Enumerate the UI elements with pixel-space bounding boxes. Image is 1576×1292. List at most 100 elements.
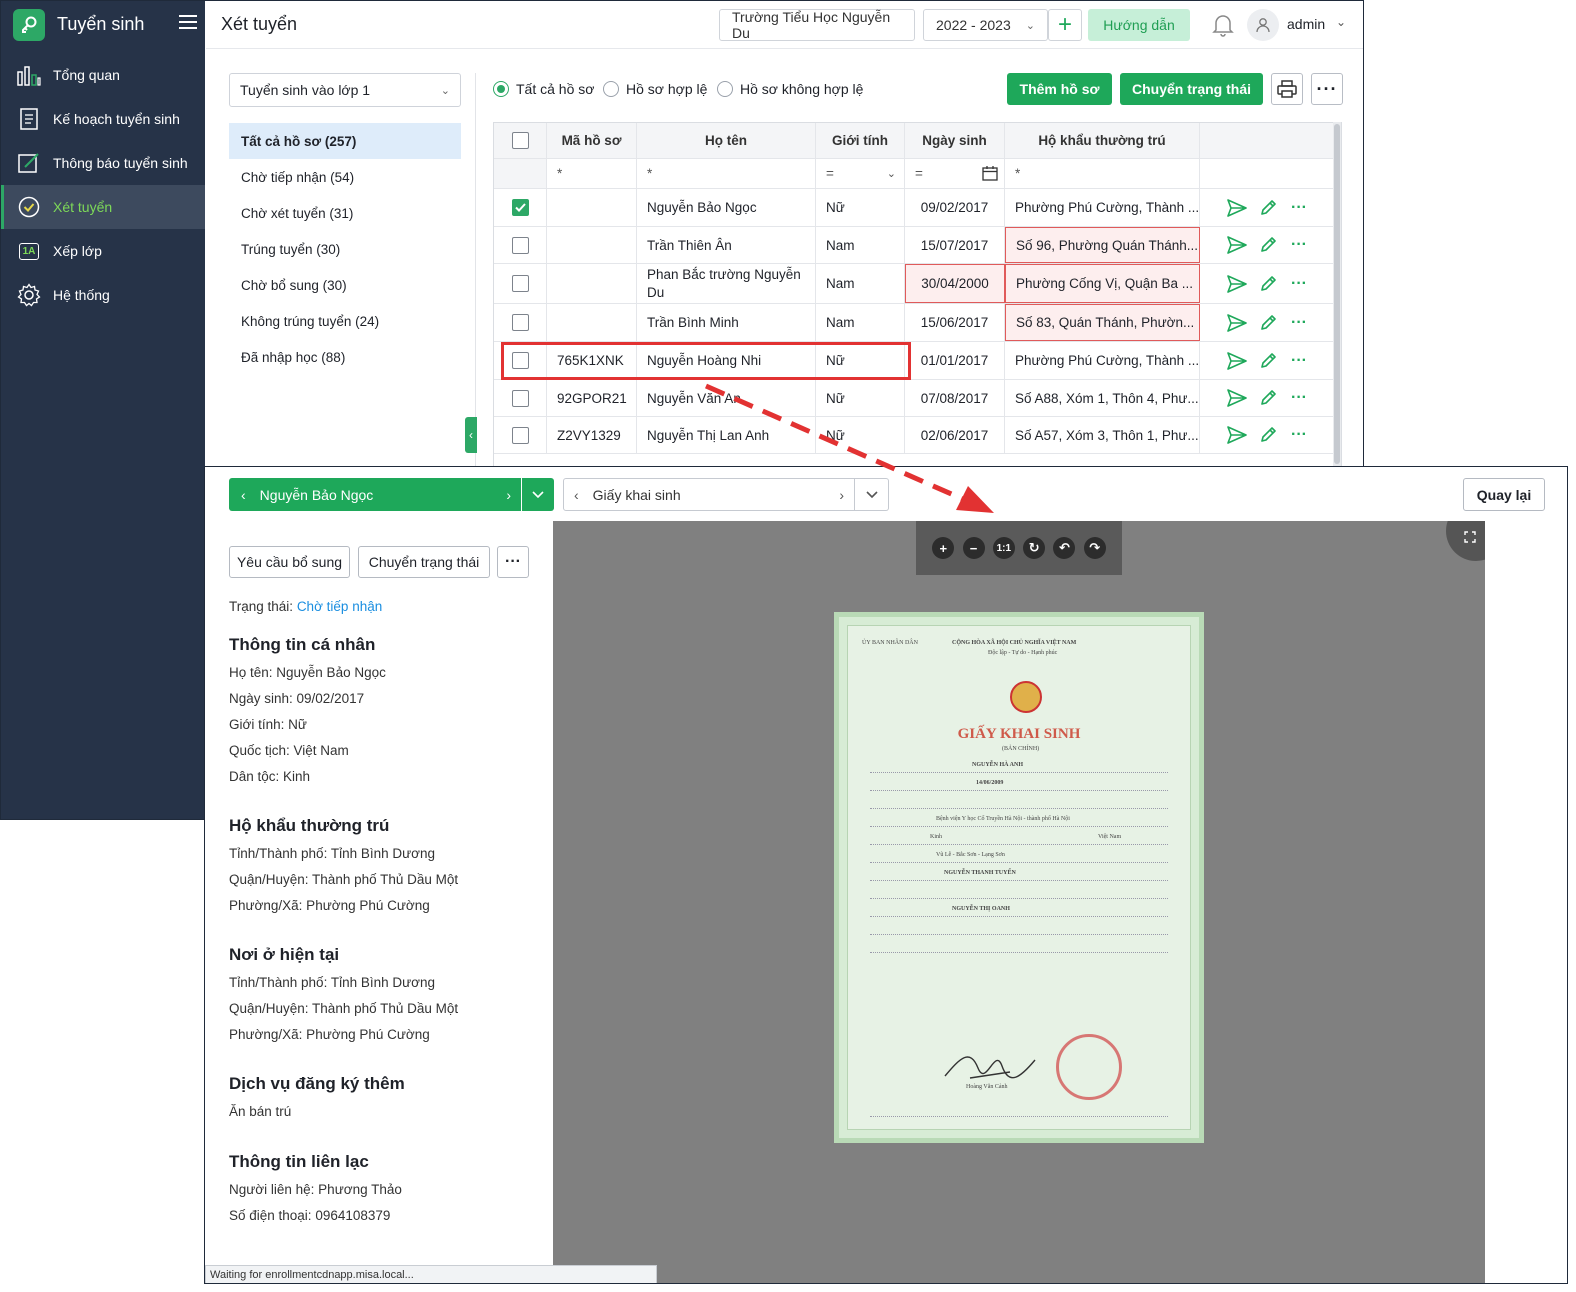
category-pending-supplement[interactable]: Chờ bổ sung (30) <box>229 267 461 303</box>
category-pending-receive[interactable]: Chờ tiếp nhận (54) <box>229 159 461 195</box>
column-header[interactable]: Giới tính <box>816 123 905 158</box>
chevron-down-icon[interactable]: ⌄ <box>1336 15 1346 29</box>
send-icon[interactable] <box>1226 387 1248 409</box>
table-scrollbar[interactable] <box>1333 122 1341 467</box>
more-horizontal-icon[interactable]: ··· <box>1288 312 1310 334</box>
document-navigator[interactable]: ‹ Giấy khai sinh › <box>563 478 855 511</box>
table-row[interactable]: Trần Bình Minh Nam 15/06/2017 Số 83, Quán T… <box>494 304 1341 342</box>
year-select[interactable]: 2022 - 2023 ⌄ <box>923 9 1048 41</box>
info-line: Quốc tịch: Việt Nam <box>229 743 349 758</box>
radio-invalid[interactable]: Hồ sơ không hợp lệ <box>717 81 863 97</box>
collapse-panel-button[interactable]: ‹ <box>465 417 477 453</box>
radio-valid[interactable]: Hồ sơ hợp lệ <box>603 81 707 97</box>
row-checkbox[interactable] <box>511 389 529 407</box>
more-horizontal-icon[interactable]: ··· <box>1288 234 1310 256</box>
column-header[interactable]: Hộ khẩu thường trú <box>1005 123 1200 158</box>
edit-pencil-icon[interactable] <box>1257 387 1279 409</box>
more-horizontal-icon[interactable]: ··· <box>1288 387 1310 409</box>
chevron-left-icon[interactable]: ‹ <box>241 487 246 503</box>
guide-button[interactable]: Hướng dẫn <box>1088 9 1190 41</box>
more-horizontal-icon[interactable]: ··· <box>1288 273 1310 295</box>
student-dropdown-button[interactable] <box>522 478 554 511</box>
school-select[interactable]: Trường Tiểu Học Nguyễn Du <box>719 9 915 41</box>
chevron-right-icon[interactable]: › <box>506 487 511 503</box>
select-all-checkbox[interactable] <box>511 132 529 149</box>
send-icon[interactable] <box>1226 350 1248 372</box>
sidebar-item-class[interactable]: 1A Xếp lớp <box>1 229 205 273</box>
radio-all[interactable]: Tất cả hồ sơ <box>493 81 594 97</box>
send-icon[interactable] <box>1226 197 1248 219</box>
more-horizontal-icon[interactable]: ··· <box>1288 350 1310 372</box>
send-icon[interactable] <box>1226 273 1248 295</box>
sidebar-item-admission[interactable]: Xét tuyển <box>1 185 205 229</box>
category-not-admitted[interactable]: Không trúng tuyển (24) <box>229 303 461 339</box>
chevron-left-icon[interactable]: ‹ <box>574 487 579 503</box>
student-navigator[interactable]: ‹ Nguyễn Bảo Ngọc › <box>229 478 521 511</box>
sidebar-item-system[interactable]: Hệ thống <box>1 273 205 317</box>
add-record-button[interactable]: Thêm hồ sơ <box>1007 73 1112 105</box>
row-checkbox[interactable] <box>511 236 529 254</box>
table-row[interactable]: Trần Thiên Ân Nam 15/07/2017 Số 96, Phường … <box>494 227 1341 264</box>
back-button[interactable]: Quay lại <box>1463 478 1545 511</box>
request-supplement-button[interactable]: Yêu cầu bổ sung <box>229 546 350 578</box>
add-year-button[interactable]: + <box>1048 9 1082 41</box>
undo-icon[interactable]: ↶ <box>1053 537 1076 559</box>
edit-pencil-icon[interactable] <box>1257 234 1279 256</box>
column-header[interactable]: Ngày sinh <box>905 123 1005 158</box>
send-icon[interactable] <box>1226 234 1248 256</box>
actual-size-icon[interactable]: 1:1 <box>992 537 1015 559</box>
table-row[interactable]: Z2VY1329 Nguyễn Thị Lan Anh Nữ 02/06/2017 Số… <box>494 417 1341 454</box>
rotate-icon[interactable]: ↻ <box>1023 537 1046 559</box>
table-row[interactable]: Nguyễn Bảo Ngọc Nữ 09/02/2017 Phường Phú Cư… <box>494 189 1341 227</box>
zoom-in-icon[interactable]: + <box>932 537 955 559</box>
status-value[interactable]: Chờ tiếp nhận <box>297 599 382 614</box>
row-checkbox[interactable] <box>511 426 529 444</box>
user-name[interactable]: admin <box>1287 16 1325 32</box>
fullscreen-button[interactable] <box>1446 521 1485 561</box>
more-horizontal-icon[interactable]: ··· <box>1288 424 1310 446</box>
more-horizontal-icon[interactable]: ··· <box>1288 197 1310 219</box>
menu-toggle-icon[interactable] <box>179 15 197 31</box>
filter-name[interactable]: * <box>637 159 816 188</box>
send-icon[interactable] <box>1226 424 1248 446</box>
sidebar-item-overview[interactable]: Tổng quan <box>1 53 205 97</box>
category-all[interactable]: Tất cả hồ sơ (257) <box>229 123 461 159</box>
sidebar-item-announcement[interactable]: Thông báo tuyển sinh <box>1 141 205 185</box>
redo-icon[interactable]: ↷ <box>1083 537 1106 559</box>
print-button[interactable] <box>1271 73 1303 105</box>
row-checkbox[interactable] <box>511 314 529 331</box>
category-pending-review[interactable]: Chờ xét tuyển (31) <box>229 195 461 231</box>
more-options-button[interactable]: ··· <box>497 546 529 578</box>
zoom-out-icon[interactable]: − <box>962 537 985 559</box>
change-status-button[interactable]: Chuyển trạng thái <box>1120 73 1263 105</box>
column-header[interactable]: Mã hồ sơ <box>547 123 637 158</box>
filter-address[interactable]: * <box>1005 159 1200 188</box>
document-viewer[interactable]: + − 1:1 ↻ ↶ ↷ ỦY BAN NHÂN DÂN CỘNG HÒA X… <box>553 521 1485 1283</box>
category-admitted[interactable]: Trúng tuyển (30) <box>229 231 461 267</box>
enroll-grade-select[interactable]: Tuyển sinh vào lớp 1 ⌄ <box>229 73 461 107</box>
edit-pencil-icon[interactable] <box>1257 273 1279 295</box>
avatar[interactable] <box>1247 9 1279 41</box>
filter-gender[interactable]: = ⌄ <box>816 159 905 188</box>
plus-icon: + <box>1057 11 1072 38</box>
more-options-button[interactable]: ··· <box>1311 73 1343 105</box>
edit-pencil-icon[interactable] <box>1257 197 1279 219</box>
edit-pencil-icon[interactable] <box>1257 312 1279 334</box>
change-status-button[interactable]: Chuyển trạng thái <box>358 546 490 578</box>
category-enrolled[interactable]: Đã nhập học (88) <box>229 339 461 375</box>
column-header[interactable]: Họ tên <box>637 123 816 158</box>
bell-icon[interactable] <box>1212 13 1234 40</box>
row-checkbox[interactable] <box>511 199 529 216</box>
send-icon[interactable] <box>1226 312 1248 334</box>
chevron-right-icon[interactable]: › <box>839 487 844 503</box>
filter-dob[interactable]: = <box>905 159 1005 188</box>
filter-code[interactable]: * <box>547 159 637 188</box>
table-row[interactable]: Phan Bắc trường Nguyễn Du Nam 30/04/2000 Phư… <box>494 264 1341 304</box>
edit-pencil-icon[interactable] <box>1257 350 1279 372</box>
sidebar-item-plan[interactable]: Kế hoạch tuyển sinh <box>1 97 205 141</box>
edit-pencil-icon[interactable] <box>1257 424 1279 446</box>
row-checkbox[interactable] <box>511 275 529 292</box>
sidebar-item-label: Xếp lớp <box>53 243 102 259</box>
document-dropdown-button[interactable] <box>855 478 889 511</box>
table-row[interactable]: 92GPOR21 Nguyễn Văn An Nữ 07/08/2017 Số A88,… <box>494 380 1341 417</box>
